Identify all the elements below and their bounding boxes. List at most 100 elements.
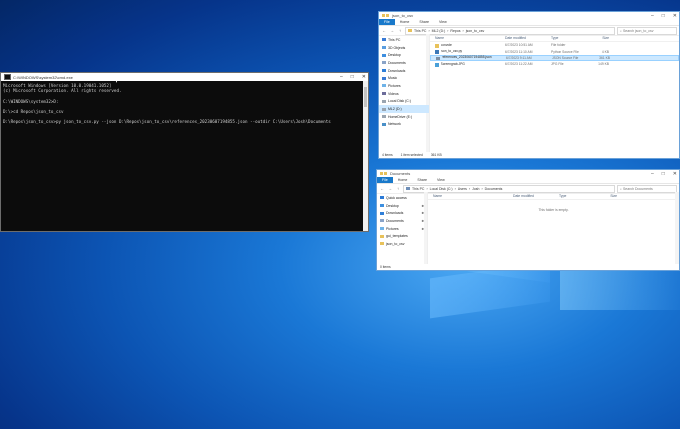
breadcrumb-item[interactable]: Users [458, 187, 467, 191]
navigation-pane[interactable]: Quick access Desktop ✱ Downloads ✱ Documents ✱… [377, 192, 428, 264]
column-date-modified[interactable]: Date modified [505, 36, 551, 40]
tab-home[interactable]: Home [393, 177, 413, 183]
sidebar-item-documents[interactable]: Documents [379, 59, 429, 67]
sidebar-item-pictures[interactable]: Pictures ✱ [377, 225, 427, 233]
close-button[interactable]: ✕ [362, 74, 366, 80]
sidebar-item-this-pc[interactable]: This PC [379, 36, 429, 44]
file-list[interactable]: Name Date modified Type Size This folder… [428, 192, 679, 264]
console-scrollbar[interactable] [363, 81, 368, 231]
explorer-titlebar[interactable]: Documents – □ ✕ [377, 170, 679, 177]
column-name[interactable]: Name [430, 36, 505, 40]
navigation-pane[interactable]: This PC 3D Objects Desktop Documents Downloa… [379, 34, 430, 152]
sidebar-item-videos[interactable]: Videos [379, 90, 429, 98]
tab-share[interactable]: Share [414, 19, 434, 25]
column-size[interactable]: Size [589, 36, 609, 40]
tab-view[interactable]: View [432, 177, 450, 183]
column-type[interactable]: Type [559, 194, 597, 198]
up-arrow-icon[interactable]: ↑ [395, 186, 401, 191]
search-icon: ⌕ [620, 28, 622, 33]
forward-arrow-icon[interactable]: → [389, 28, 395, 33]
column-type[interactable]: Type [551, 36, 589, 40]
tab-view[interactable]: View [434, 19, 452, 25]
maximize-button[interactable]: □ [662, 171, 665, 177]
forward-arrow-icon[interactable]: → [387, 186, 393, 191]
sidebar-item-desktop[interactable]: Desktop ✱ [377, 202, 427, 210]
sidebar-item-desktop[interactable]: Desktop [379, 51, 429, 59]
sidebar-item-pictures[interactable]: Pictures [379, 82, 429, 90]
search-icon: ⌕ [620, 186, 622, 191]
maximize-button[interactable]: □ [351, 74, 354, 80]
folder-icon [408, 29, 412, 32]
quick-access-toolbar[interactable] [380, 172, 387, 175]
console-titlebar[interactable]: C:\WINDOWS\system32\cmd.exe – □ ✕ [1, 73, 368, 81]
sidebar-item-documents[interactable]: Documents ✱ [377, 217, 427, 225]
folder-icon [406, 187, 410, 190]
breadcrumb-item[interactable]: ML2 (D:) [432, 29, 446, 33]
sidebar-item-quick-access[interactable]: Quick access [377, 194, 427, 202]
file-name: json_to_csv.py [440, 49, 463, 54]
sidebar-item-label: Downloads [386, 211, 404, 216]
sidebar-item-json-to-csv[interactable]: json_to_csv [377, 240, 427, 248]
file-row[interactable]: Screengrab.JPG 6/7/2023 11:22 AM JPG File 1… [430, 61, 679, 67]
breadcrumb-item[interactable]: This PC [412, 187, 424, 191]
drive-icon [382, 107, 386, 111]
scrollbar[interactable] [675, 192, 679, 264]
up-arrow-icon[interactable]: ↑ [397, 28, 403, 33]
quick-access-toolbar[interactable] [382, 14, 389, 17]
pin-icon[interactable]: ✱ [421, 204, 424, 208]
tab-file[interactable]: File [379, 19, 395, 25]
minimize-button[interactable]: – [651, 13, 654, 19]
file-name: references_20230607194855.json [441, 55, 492, 60]
search-placeholder: Search json_to_csv [622, 28, 654, 33]
breadcrumb-item[interactable]: Josh [472, 187, 479, 191]
sidebar-item-label: Pictures [388, 83, 401, 88]
file-size: 149 KB [598, 62, 609, 67]
documents-icon [380, 219, 384, 223]
selection-size: 361 KB [430, 153, 442, 157]
ribbon-tabs: File Home Share View [377, 177, 679, 184]
item-count: 0 items [380, 265, 391, 269]
sidebar-item-3d-objects[interactable]: 3D Objects [379, 44, 429, 52]
maximize-button[interactable]: □ [662, 13, 665, 19]
pin-icon[interactable]: ✱ [421, 219, 424, 223]
empty-folder-message: This folder is empty. [538, 208, 569, 212]
explorer-window-documents[interactable]: Documents – □ ✕ File Home Share View ← →… [376, 169, 680, 271]
column-size[interactable]: Size [597, 194, 617, 198]
console-window[interactable]: C:\WINDOWS\system32\cmd.exe – □ ✕ Micros… [0, 72, 369, 232]
breadcrumb-item[interactable]: json_to_csv [466, 29, 484, 33]
sidebar-item-downloads[interactable]: Downloads [379, 67, 429, 75]
tab-home[interactable]: Home [395, 19, 415, 25]
console-output[interactable]: Microsoft Windows [Version 10.0.19041.10… [1, 81, 368, 127]
column-headers: Name Date modified Type Size [430, 34, 679, 42]
ribbon-tabs: File Home Share View [379, 19, 679, 26]
tab-file[interactable]: File [377, 177, 393, 183]
pin-icon[interactable]: ✱ [421, 211, 424, 215]
close-button[interactable]: ✕ [673, 13, 677, 19]
sidebar-item-downloads[interactable]: Downloads ✱ [377, 209, 427, 217]
breadcrumb-item[interactable]: Local Disk (C:) [430, 187, 453, 191]
sidebar-item-ml2-d[interactable]: ML2 (D:) [379, 105, 429, 113]
breadcrumb-item[interactable]: Documents [485, 187, 503, 191]
back-arrow-icon[interactable]: ← [381, 28, 387, 33]
explorer-titlebar[interactable]: json_to_csv – □ ✕ [379, 12, 679, 19]
explorer-window-json-to-csv[interactable]: json_to_csv – □ ✕ File Home Share View ←… [378, 11, 680, 159]
tab-share[interactable]: Share [412, 177, 432, 183]
back-arrow-icon[interactable]: ← [379, 186, 385, 191]
column-date-modified[interactable]: Date modified [513, 194, 559, 198]
sidebar-item-local-disk-c[interactable]: Local Disk (C:) [379, 98, 429, 106]
close-button[interactable]: ✕ [673, 171, 677, 177]
sidebar-item-homedrive-e[interactable]: HomeDrive (E:) [379, 113, 429, 121]
minimize-button[interactable]: – [340, 74, 343, 80]
sidebar-item-gui-templates[interactable]: gui_templates [377, 232, 427, 240]
breadcrumb-item[interactable]: This PC [414, 29, 426, 33]
file-list[interactable]: Name Date modified Type Size convole 6/7/… [430, 34, 679, 152]
minimize-button[interactable]: – [651, 171, 654, 177]
pin-icon[interactable]: ✱ [421, 227, 424, 231]
column-name[interactable]: Name [428, 194, 513, 198]
sidebar-item-music[interactable]: Music [379, 74, 429, 82]
breadcrumb-item[interactable]: Repos [450, 29, 460, 33]
json-file-icon [436, 56, 440, 61]
sidebar-item-network[interactable]: Network [379, 121, 429, 129]
star-icon [380, 196, 384, 200]
file-size: 361 KB [599, 55, 610, 60]
